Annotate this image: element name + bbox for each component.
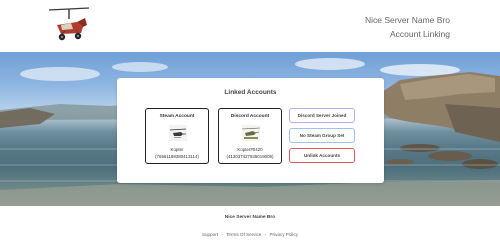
steam-group-button[interactable]: No Steam Group Set — [289, 128, 355, 143]
attack-helicopter-icon — [242, 125, 260, 141]
header: Nice Server Name Bro Account Linking — [0, 0, 500, 52]
footer: Nice Server Name Bro Support - Terms Of … — [0, 206, 500, 246]
footer-separator: - — [264, 232, 267, 237]
steam-account-label: Steam Account — [159, 114, 195, 119]
discord-account-box: Discord Account Kopter#0420 (41303742793… — [218, 108, 282, 164]
unlink-accounts-button[interactable]: Unlink Accounts — [289, 148, 355, 163]
discord-server-joined-button[interactable]: Discord Server Joined — [289, 108, 355, 123]
footer-brand: Nice Server Name Bro — [224, 215, 276, 220]
footer-separator: - — [221, 232, 223, 237]
steam-account-box: Steam Account Kopter (76561198380413114) — [145, 108, 209, 164]
helicopter-icon — [169, 125, 187, 141]
discord-account-id: (413037427935019009) — [226, 154, 274, 159]
support-link[interactable]: Support — [202, 232, 218, 237]
steam-account-name: Kopter — [170, 147, 184, 152]
gyrocopter-logo-icon[interactable] — [47, 5, 91, 45]
discord-account-name: Kopter#0420 — [237, 147, 263, 152]
steam-account-id: (76561198380413114) — [155, 154, 199, 159]
footer-links: Support - Terms Of Service - Privacy Pol… — [0, 232, 500, 237]
linked-accounts-card: Linked Accounts Steam Account Kopter (76… — [117, 78, 384, 183]
terms-of-service-link[interactable]: Terms Of Service — [226, 232, 261, 237]
privacy-policy-link[interactable]: Privacy Policy — [269, 232, 298, 237]
discord-account-label: Discord Account — [230, 114, 270, 119]
page-title: Account Linking — [389, 29, 450, 39]
card-title: Linked Accounts — [224, 89, 277, 96]
site-name: Nice Server Name Bro — [364, 15, 450, 25]
